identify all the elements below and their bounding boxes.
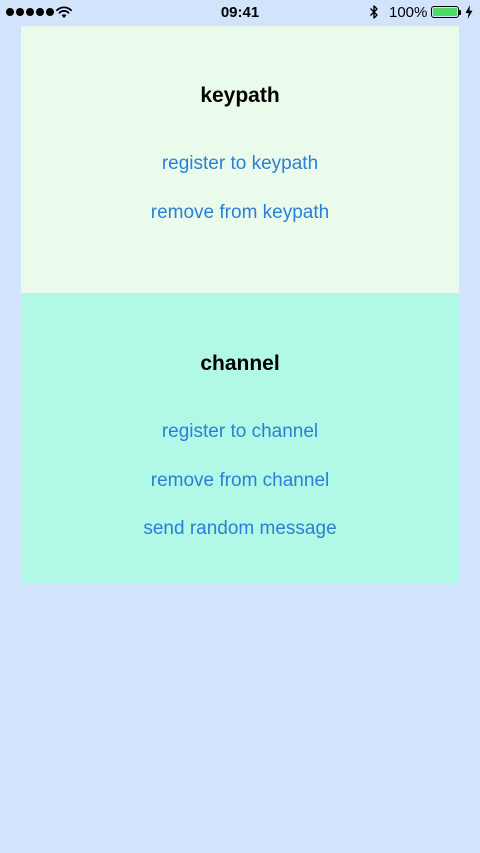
remove-channel-button[interactable]: remove from channel xyxy=(21,470,459,492)
battery-percent: 100% xyxy=(389,4,428,21)
keypath-title: keypath xyxy=(200,84,280,107)
battery-tip xyxy=(459,10,461,15)
charging-bolt-icon xyxy=(465,5,473,19)
channel-title: channel xyxy=(200,352,280,375)
register-keypath-button[interactable]: register to keypath xyxy=(21,153,459,175)
channel-panel: channel register to channel remove from … xyxy=(21,293,459,583)
send-random-message-button[interactable]: send random message xyxy=(21,518,459,540)
status-bar: 09:41 100% xyxy=(0,0,480,26)
keypath-panel: keypath register to keypath remove from … xyxy=(21,26,459,293)
register-channel-button[interactable]: register to channel xyxy=(21,421,459,443)
bluetooth-icon xyxy=(370,5,378,19)
battery-icon xyxy=(431,6,459,18)
remove-keypath-button[interactable]: remove from keypath xyxy=(21,202,459,224)
